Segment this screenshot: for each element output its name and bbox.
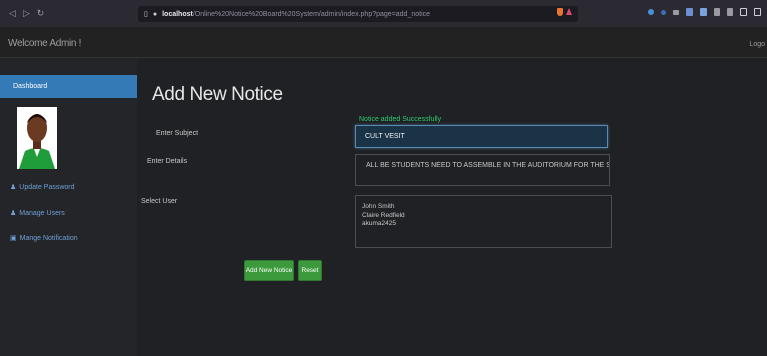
user-option[interactable]: Claire Redfield xyxy=(362,212,611,221)
details-label: Enter Details xyxy=(147,158,188,165)
sidebar: Dashboard ♟ Update Password ♟ Manage Use… xyxy=(0,58,137,356)
reset-button[interactable]: Reset xyxy=(298,260,322,281)
library-icon[interactable] xyxy=(686,8,693,16)
main-area: Dashboard ♟ Update Password ♟ Manage Use… xyxy=(0,58,767,356)
reload-icon[interactable]: ↻ xyxy=(34,8,47,19)
avatar xyxy=(17,107,57,169)
sidebar-item-manage-notification[interactable]: ▣ Mange Notification xyxy=(10,234,78,243)
success-message: Notice added Successfully xyxy=(359,116,442,123)
bookmark-icon[interactable] xyxy=(727,8,733,16)
sidebar-item-manage-users[interactable]: ♟ Manage Users xyxy=(10,209,65,218)
app-navbar: Welcome Admin ! Logo xyxy=(0,27,767,58)
url-host: localhost xyxy=(162,10,193,18)
sidebar-item-label: Manage Users xyxy=(19,209,65,217)
browser-toolbar: ◁ ▷ ↻ ▯ ● localhost /Online%20Notice%20B… xyxy=(0,0,767,27)
user-label: Select User xyxy=(141,198,178,205)
extension-icon[interactable] xyxy=(661,9,666,15)
toolbar-icons xyxy=(648,8,761,16)
sidebar-item-label: Mange Notification xyxy=(19,234,78,242)
notification-icon: ▣ xyxy=(10,235,17,242)
brand-title[interactable]: Welcome Admin ! xyxy=(8,38,81,49)
subject-label: Enter Subject xyxy=(156,130,199,137)
sidebar-item-label: Update Password xyxy=(19,183,75,191)
shield-icon[interactable] xyxy=(557,8,563,16)
notice-form: Add New Notice Enter Subject Notice adde… xyxy=(137,58,767,356)
nav-buttons: ◁ ▷ ↻ xyxy=(0,8,47,19)
address-bar[interactable]: ▯ ● localhost /Online%20Notice%20Board%2… xyxy=(138,6,578,22)
page-title: Add New Notice xyxy=(152,84,283,105)
logout-link[interactable]: Logo xyxy=(749,41,765,48)
menu-icon[interactable] xyxy=(754,8,761,16)
extension-icon[interactable] xyxy=(673,9,679,15)
add-notice-button[interactable]: Add New Notice xyxy=(244,260,294,281)
sidebar-item-update-password[interactable]: ♟ Update Password xyxy=(10,183,75,192)
url-path: /Online%20Notice%20Board%20System/admin/… xyxy=(192,10,431,18)
account-icon[interactable] xyxy=(700,8,707,16)
extension-icon[interactable] xyxy=(648,9,654,15)
user-select[interactable]: John Smith Claire Redfield akuma2425 xyxy=(355,195,612,248)
sidebar-item-dashboard[interactable]: Dashboard xyxy=(0,75,137,98)
details-textarea[interactable]: ALL BE STUDENTS NEED TO ASSEMBLE IN THE … xyxy=(355,154,610,186)
window-icon[interactable] xyxy=(740,8,747,16)
page-icon: ▯ xyxy=(144,11,148,18)
user-option[interactable]: John Smith xyxy=(362,203,611,212)
alert-icon[interactable] xyxy=(566,8,572,15)
user-icon: ♟ xyxy=(10,184,17,191)
forward-icon[interactable]: ▷ xyxy=(20,8,33,19)
user-option[interactable]: akuma2425 xyxy=(362,220,611,229)
subject-input[interactable]: CULT VESIT xyxy=(355,125,608,148)
extensions-icon[interactable] xyxy=(714,8,720,16)
user-icon: ♟ xyxy=(10,210,17,217)
back-icon[interactable]: ◁ xyxy=(6,8,19,19)
lock-icon: ● xyxy=(152,10,158,18)
